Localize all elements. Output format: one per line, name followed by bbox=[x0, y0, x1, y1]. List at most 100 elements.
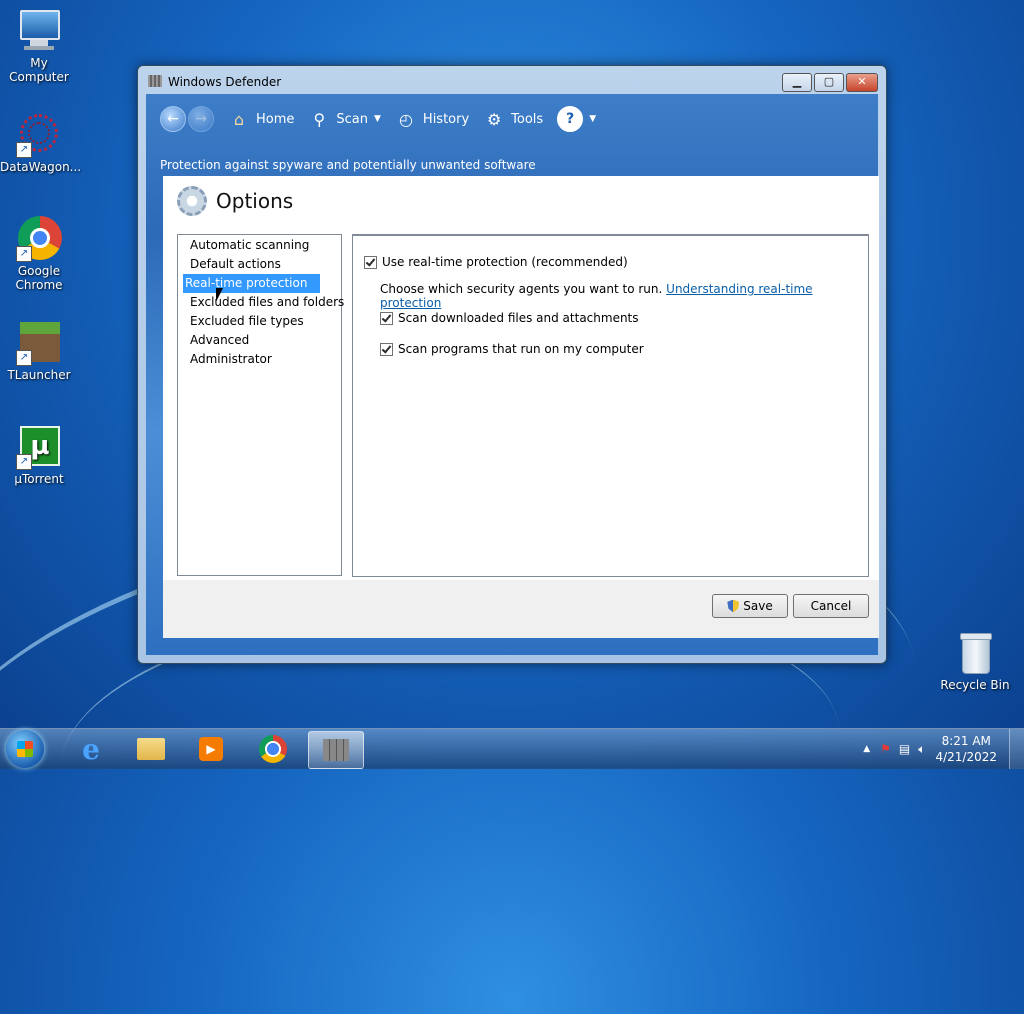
scan-dropdown-icon[interactable]: ▼ bbox=[374, 114, 381, 124]
recycle-bin-icon bbox=[952, 630, 998, 676]
clock[interactable]: 8:21 AM 4/21/2022 bbox=[935, 733, 997, 765]
computer-icon bbox=[16, 8, 62, 54]
mouse-cursor-icon bbox=[216, 288, 223, 302]
nav-item-excluded-files-folders[interactable]: Excluded files and folders bbox=[183, 293, 344, 312]
desktop-icon-my-computer[interactable]: My Computer bbox=[0, 8, 78, 84]
desktop-icon-label: My Computer bbox=[9, 56, 69, 84]
save-button[interactable]: Save bbox=[712, 594, 788, 618]
tools-button[interactable]: ⚙ Tools bbox=[483, 108, 543, 130]
home-label: Home bbox=[256, 111, 295, 127]
help-icon: ? bbox=[557, 106, 584, 132]
volume-icon[interactable]: 🔈︎ bbox=[918, 742, 925, 757]
nav-item-default-actions[interactable]: Default actions bbox=[183, 255, 320, 274]
system-tray: ▲ ⚑ ▤ 🔈︎ 8:21 AM 4/21/2022 bbox=[863, 729, 1024, 769]
cancel-label: Cancel bbox=[810, 599, 852, 613]
desktop-icon-recycle-bin[interactable]: Recycle Bin bbox=[936, 630, 1014, 692]
scan-downloads-row[interactable]: Scan downloaded files and attachments bbox=[380, 311, 639, 325]
uac-shield-icon bbox=[727, 599, 740, 613]
desktop-icon-label: TLauncher bbox=[7, 368, 71, 382]
desktop-icon-label: Google Chrome bbox=[15, 264, 63, 292]
taskbar-media-player[interactable]: ▶ bbox=[184, 731, 238, 767]
toolbar: ← → ⌂ Home ⚲ Scan ▼ ◴ History ⚙ Tools ? … bbox=[160, 102, 596, 136]
forward-arrow-icon: → bbox=[195, 111, 207, 127]
taskbar-windows-defender[interactable] bbox=[308, 731, 364, 769]
scan-programs-checkbox[interactable] bbox=[380, 342, 393, 356]
show-desktop-button[interactable] bbox=[1009, 729, 1024, 769]
internet-explorer-icon: e bbox=[82, 732, 100, 766]
nav-item-advanced[interactable]: Advanced bbox=[183, 331, 320, 350]
action-center-flag-icon[interactable]: ⚑ bbox=[880, 742, 891, 756]
save-label: Save bbox=[743, 599, 773, 613]
magnifier-icon: ⚲ bbox=[313, 109, 326, 129]
scan-programs-row[interactable]: Scan programs that run on my computer bbox=[380, 342, 644, 356]
history-clock-icon: ◴ bbox=[398, 109, 413, 129]
scan-button[interactable]: ⚲ Scan ▼ bbox=[308, 108, 381, 130]
desktop-icon-label: Recycle Bin bbox=[940, 678, 1010, 692]
folder-icon bbox=[137, 738, 165, 760]
history-label: History bbox=[422, 111, 470, 127]
shortcut-arrow-icon: ↗ bbox=[16, 350, 32, 366]
options-nav-list: Automatic scanning Default actions Real-… bbox=[177, 234, 344, 576]
desktop-icon-google-chrome[interactable]: ↗ Google Chrome bbox=[0, 216, 78, 292]
chrome-icon: ↗ bbox=[16, 216, 62, 262]
scan-programs-label: Scan programs that run on my computer bbox=[398, 342, 644, 356]
forward-button[interactable]: → bbox=[188, 106, 214, 132]
scan-label: Scan bbox=[336, 111, 368, 127]
defender-content: ← → ⌂ Home ⚲ Scan ▼ ◴ History ⚙ Tools ? … bbox=[146, 94, 879, 655]
shortcut-arrow-icon: ↗ bbox=[16, 454, 32, 470]
defender-app-icon bbox=[148, 75, 162, 87]
use-realtime-checkbox[interactable] bbox=[364, 255, 377, 269]
clock-date: 4/21/2022 bbox=[935, 750, 997, 764]
help-dropdown-icon[interactable]: ▼ bbox=[589, 114, 596, 124]
subtitle: Protection against spyware and potential… bbox=[160, 158, 536, 172]
nav-item-real-time-protection[interactable]: Real-time protection bbox=[183, 274, 320, 293]
nav-item-excluded-file-types[interactable]: Excluded file types bbox=[183, 312, 320, 331]
media-player-icon: ▶ bbox=[199, 737, 223, 761]
desktop-icon-label: DataWagon... bbox=[0, 160, 82, 174]
home-button[interactable]: ⌂ Home bbox=[228, 108, 294, 130]
realtime-options: Use real-time protection (recommended) C… bbox=[352, 234, 869, 577]
taskbar-internet-explorer[interactable]: e bbox=[64, 731, 118, 767]
title-bar[interactable]: Windows Defender ▁ ▢ ✕ bbox=[138, 66, 886, 96]
windows-defender-window: Windows Defender ▁ ▢ ✕ ← → ⌂ Home ⚲ Scan… bbox=[137, 65, 887, 664]
network-icon[interactable]: ▤ bbox=[899, 742, 910, 756]
shortcut-arrow-icon: ↗ bbox=[16, 246, 32, 262]
desktop-icon-datawagon[interactable]: ↗ DataWagon... bbox=[0, 112, 82, 174]
tlauncher-icon: ↗ bbox=[16, 320, 62, 366]
close-button[interactable]: ✕ bbox=[846, 73, 878, 92]
help-button[interactable]: ? ▼ bbox=[557, 106, 596, 132]
window-title: Windows Defender bbox=[168, 75, 282, 89]
scan-downloads-checkbox[interactable] bbox=[380, 311, 393, 325]
taskbar-chrome[interactable] bbox=[246, 731, 300, 767]
desktop-icon-tlauncher[interactable]: ↗ TLauncher bbox=[0, 320, 78, 382]
minimize-button[interactable]: ▁ bbox=[782, 73, 812, 92]
home-icon: ⌂ bbox=[233, 109, 245, 129]
use-realtime-row[interactable]: Use real-time protection (recommended) bbox=[364, 255, 628, 269]
nav-item-administrator[interactable]: Administrator bbox=[183, 350, 320, 369]
cancel-button[interactable]: Cancel bbox=[793, 594, 869, 618]
start-button[interactable] bbox=[6, 730, 44, 768]
page-title: Options bbox=[216, 189, 294, 213]
dialog-footer: Save Cancel bbox=[163, 580, 879, 638]
maximize-button[interactable]: ▢ bbox=[814, 73, 844, 92]
shortcut-arrow-icon: ↗ bbox=[16, 142, 32, 158]
agents-description: Choose which security agents you want to… bbox=[380, 282, 868, 310]
options-gear-icon bbox=[177, 186, 207, 216]
history-button[interactable]: ◴ History bbox=[395, 108, 469, 130]
scan-downloads-label: Scan downloaded files and attachments bbox=[398, 311, 639, 325]
chrome-icon bbox=[259, 735, 287, 763]
nav-item-automatic-scanning[interactable]: Automatic scanning bbox=[183, 236, 320, 255]
desktop-icon-label: µTorrent bbox=[14, 472, 64, 486]
taskbar-file-explorer[interactable] bbox=[124, 731, 178, 767]
show-hidden-icons-icon[interactable]: ▲ bbox=[863, 744, 870, 754]
datawagon-icon: ↗ bbox=[16, 112, 62, 158]
use-realtime-label: Use real-time protection (recommended) bbox=[382, 255, 628, 269]
back-button[interactable]: ← bbox=[160, 106, 186, 132]
desktop-icon-utorrent[interactable]: µ ↗ µTorrent bbox=[0, 424, 78, 486]
utorrent-icon: µ ↗ bbox=[16, 424, 62, 470]
windows-logo-icon bbox=[17, 741, 33, 757]
options-panel: Options Automatic scanning Default actio… bbox=[163, 176, 879, 638]
clock-time: 8:21 AM bbox=[941, 734, 991, 748]
tools-label: Tools bbox=[511, 111, 544, 127]
defender-wall-icon bbox=[323, 739, 349, 761]
